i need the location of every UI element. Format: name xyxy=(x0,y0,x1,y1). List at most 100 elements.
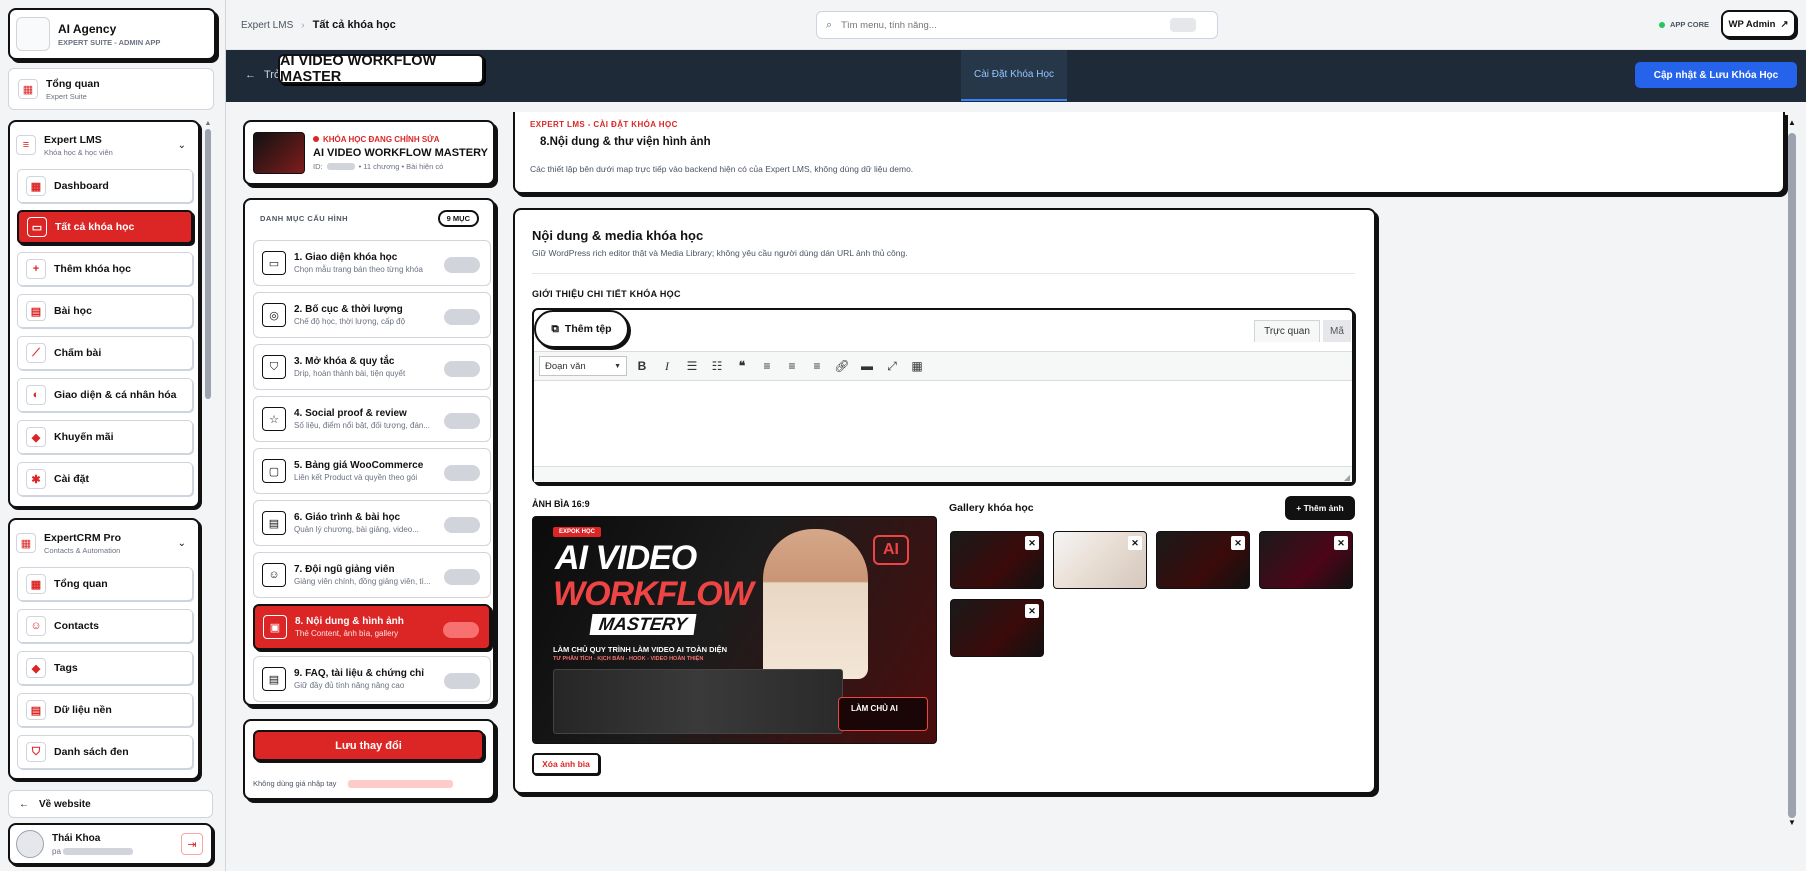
sidebar-item-label: Contacts xyxy=(54,620,99,632)
config-item[interactable]: ◎ 2. Bố cục & thời lượng Chế độ học, thời … xyxy=(253,292,491,338)
toggle-switch[interactable] xyxy=(444,309,480,325)
toolbar-toggle-icon[interactable]: ▦ xyxy=(907,359,927,373)
gallery-thumb[interactable]: ✕ xyxy=(950,599,1044,657)
add-image-button[interactable]: + Thêm ảnh xyxy=(1285,496,1355,520)
toggle-switch[interactable] xyxy=(444,673,480,689)
add-image-label: + Thêm ảnh xyxy=(1296,503,1344,513)
config-item[interactable]: ▣ 8. Nội dung & hình ảnh Thẻ Content, ảnh … xyxy=(253,604,491,650)
toggle-switch[interactable] xyxy=(444,517,480,533)
editor-content[interactable] xyxy=(534,382,1352,466)
sidebar-item-label: Cài đặt xyxy=(54,473,90,485)
search-input[interactable] xyxy=(841,19,1162,31)
sidebar-item-crm-overview[interactable]: ▦ Tổng quan xyxy=(17,567,193,601)
sidebar-item-data[interactable]: ▤ Dữ liệu nền xyxy=(17,693,193,727)
align-right-icon[interactable]: ≡ xyxy=(807,359,827,373)
sidebar-item-grading[interactable]: ⟋ Chấm bài xyxy=(17,336,193,370)
media-desc: Giữ WordPress rich editor thật và Media … xyxy=(532,248,908,258)
sidebar-scrollbar[interactable]: ▲ xyxy=(204,120,212,780)
rich-editor: ⧉ Thêm tệp Trực quan Mã Đoạn văn ▼ B I ☰ ☷… xyxy=(532,308,1354,484)
cover-badge: EXPOK HỌC xyxy=(553,527,602,537)
align-center-icon[interactable]: ≡ xyxy=(782,359,802,373)
gallery-thumb[interactable]: ✕ xyxy=(950,531,1044,589)
target-icon: ◎ xyxy=(262,303,286,327)
scrollbar-thumb[interactable] xyxy=(205,129,211,399)
toggle-switch[interactable] xyxy=(444,465,480,481)
save-course-button[interactable]: Cập nhật & Lưu Khóa Học xyxy=(1635,62,1797,88)
link-icon[interactable]: 🔗︎ xyxy=(832,359,852,373)
add-file-button[interactable]: ⧉ Thêm tệp xyxy=(534,310,629,348)
close-icon[interactable]: ✕ xyxy=(1334,536,1348,550)
tab-course-settings[interactable]: Cài Đặt Khóa Học xyxy=(961,50,1067,101)
gallery-thumb[interactable]: ✕ xyxy=(1259,531,1353,589)
config-item[interactable]: ☺ 7. Đội ngũ giảng viên Giảng viên chính, … xyxy=(253,552,491,598)
sidebar-item-contacts[interactable]: ☺ Contacts xyxy=(17,609,193,643)
back-to-website[interactable]: ← Về website xyxy=(8,790,213,818)
main-scrollbar[interactable]: ▲ ▼ xyxy=(1786,118,1798,838)
cover-image[interactable]: EXPOK HỌC AI VIDEO WORKFLOW MASTERY LÀM … xyxy=(532,516,937,744)
breadcrumb-root[interactable]: Expert LMS xyxy=(241,20,293,31)
numbered-list-icon[interactable]: ☷ xyxy=(707,359,727,373)
sidebar-item-dashboard[interactable]: ▦ Dashboard xyxy=(17,169,193,203)
close-icon[interactable]: ✕ xyxy=(1128,536,1142,550)
shield-icon: ⛉ xyxy=(262,355,286,379)
italic-icon[interactable]: I xyxy=(657,359,677,374)
read-more-icon[interactable]: ▬ xyxy=(857,359,877,373)
scrollbar-thumb[interactable] xyxy=(1788,133,1796,818)
sidebar-item-appearance[interactable]: ◐ Giao diện & cá nhân hóa xyxy=(17,378,193,412)
sidebar-item-lessons[interactable]: ▤ Bài học xyxy=(17,294,193,328)
course-title: AI VIDEO WORKFLOW MASTER xyxy=(280,53,437,85)
config-item[interactable]: ⛉ 3. Mở khóa & quy tắc Drip, hoàn thành bà… xyxy=(253,344,491,390)
config-item[interactable]: ▤ 6. Giáo trình & bài học Quản lý chương, … xyxy=(253,500,491,546)
sidebar-item-overview[interactable]: ▦ Tổng quan Expert Suite xyxy=(8,68,214,110)
format-select[interactable]: Đoạn văn ▼ xyxy=(539,356,627,376)
chevron-right-icon: › xyxy=(301,19,305,31)
gallery-thumb[interactable]: ✕ xyxy=(1053,531,1147,589)
editor-statusbar: ◢ xyxy=(534,466,1352,482)
arrow-left-icon: ← xyxy=(245,69,256,81)
config-item-sub: Drip, hoàn thành bài, tiện quyết xyxy=(294,369,406,378)
search-box[interactable]: ⌕ xyxy=(816,11,1218,39)
toggle-switch[interactable] xyxy=(444,413,480,429)
chevron-down-icon: ⌄ xyxy=(177,139,186,151)
quote-icon[interactable]: ❝ xyxy=(732,359,752,373)
remove-cover-button[interactable]: Xóa ảnh bìa xyxy=(532,753,600,775)
bullet-list-icon[interactable]: ☰ xyxy=(682,359,702,373)
bold-icon[interactable]: B xyxy=(632,359,652,373)
tab-visual[interactable]: Trực quan xyxy=(1254,320,1320,342)
toggle-switch[interactable] xyxy=(444,361,480,377)
sidebar-item-promotions[interactable]: ◆ Khuyến mãi xyxy=(17,420,193,454)
sidebar-item-add-course[interactable]: + Thêm khóa học xyxy=(17,252,193,286)
close-icon[interactable]: ✕ xyxy=(1231,536,1245,550)
config-item[interactable]: ☆ 4. Social proof & review Số liệu, điểm n… xyxy=(253,396,491,442)
toggle-switch[interactable] xyxy=(444,569,480,585)
app-brand[interactable]: AI Agency EXPERT SUITE - ADMIN APP xyxy=(8,8,216,60)
crm-group-header[interactable]: ▦ ExpertCRM Pro Contacts & Automation ⌄ xyxy=(16,528,186,558)
close-icon[interactable]: ✕ xyxy=(1025,536,1039,550)
status-indicator: APP CORE xyxy=(1659,20,1709,29)
config-item[interactable]: ▤ 9. FAQ, tài liệu & chứng chỉ Giữ đầy đủ … xyxy=(253,656,491,702)
course-thumbnail xyxy=(253,131,305,174)
sidebar-item-settings[interactable]: ✱ Cài đặt xyxy=(17,462,193,496)
sidebar-item-all-courses[interactable]: ▭ Tất cả khóa học xyxy=(17,210,193,244)
wp-admin-button[interactable]: WP Admin ↗ xyxy=(1721,10,1796,38)
sidebar-item-tags[interactable]: ◆ Tags xyxy=(17,651,193,685)
user-card[interactable]: Thái Khoa pa ⇥ xyxy=(8,823,213,865)
course-title-box: AI VIDEO WORKFLOW MASTER xyxy=(278,53,484,85)
sidebar-item-label: Tất cả khóa học xyxy=(55,221,135,233)
close-icon[interactable]: ✕ xyxy=(1025,604,1039,618)
lms-group-header[interactable]: ≡ Expert LMS Khóa học & học viên ⌄ xyxy=(16,130,186,160)
toggle-switch[interactable] xyxy=(443,622,479,638)
logout-button[interactable]: ⇥ xyxy=(181,833,203,855)
gallery-thumb[interactable]: ✕ xyxy=(1156,531,1250,589)
toggle-switch[interactable] xyxy=(444,257,480,273)
fullscreen-icon[interactable]: ⤢ xyxy=(882,359,902,374)
breadcrumb-current: Tất cả khóa học xyxy=(312,19,396,31)
sidebar-item-blacklist[interactable]: ⛉ Danh sách đen xyxy=(17,735,193,769)
config-item[interactable]: ▭ 1. Giao diện khóa học Chọn mẫu trang bán… xyxy=(253,240,491,286)
tab-label: Cài Đặt Khóa Học xyxy=(973,69,1055,80)
align-left-icon[interactable]: ≡ xyxy=(757,359,777,373)
save-changes-button[interactable]: Lưu thay đổi xyxy=(253,730,484,761)
tab-code[interactable]: Mã xyxy=(1323,320,1351,342)
config-item[interactable]: ▢ 5. Bảng giá WooCommerce Liên kết Product… xyxy=(253,448,491,494)
resize-handle-icon[interactable]: ◢ xyxy=(1344,473,1350,482)
